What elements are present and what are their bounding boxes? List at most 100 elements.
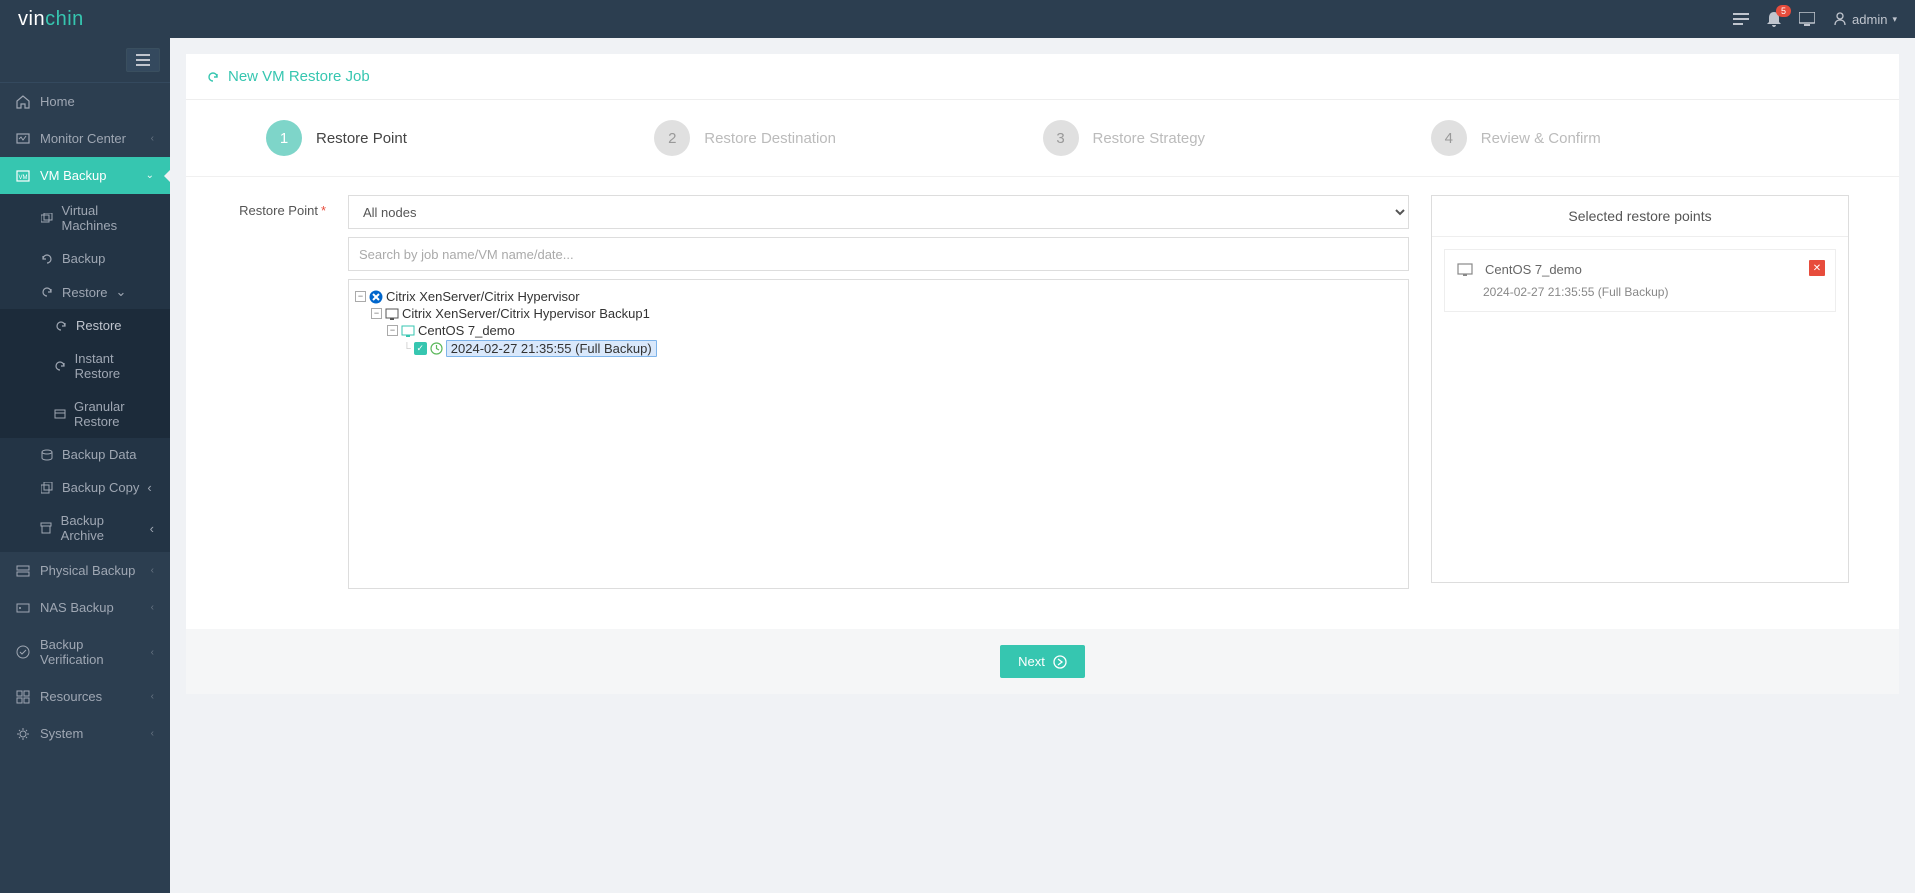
tree-branch-icon: └ <box>403 343 411 355</box>
brand-part-1: vin <box>18 8 45 31</box>
form-label-column: Restore Point* <box>236 195 326 218</box>
expander-icon[interactable]: − <box>387 325 398 336</box>
sidebar-sub-backup[interactable]: Backup <box>0 242 170 275</box>
sidebar-label-resources: Resources <box>40 689 102 704</box>
sidebar-label-backup-copy: Backup Copy <box>62 480 139 495</box>
restore-icon <box>40 286 54 298</box>
tree-node-vm[interactable]: − CentOS 7_demo <box>355 322 1402 339</box>
step-2-label: Restore Destination <box>704 130 836 147</box>
tree-node-job[interactable]: − Citrix XenServer/Citrix Hypervisor Bac… <box>355 305 1402 322</box>
wizard-footer: Next <box>186 629 1899 694</box>
sidebar-item-backup-verification[interactable]: Backup Verification ‹ <box>0 626 170 678</box>
notification-badge: 5 <box>1776 5 1791 17</box>
verify-icon <box>16 645 30 659</box>
selected-vm-row: CentOS 7_demo <box>1457 262 1823 277</box>
sidebar-item-vm-backup[interactable]: VM VM Backup ⌄ <box>0 157 170 194</box>
wizard-steps: 1 Restore Point 2 Restore Destination 3 … <box>186 100 1899 177</box>
step-1: 1 Restore Point <box>266 120 654 156</box>
sidebar-sub-backup-copy[interactable]: Backup Copy ‹ <box>0 471 170 504</box>
sidebar-label-restore: Restore <box>62 285 108 300</box>
wizard-panel: New VM Restore Job 1 Restore Point 2 Res… <box>186 54 1899 694</box>
backup-copy-icon <box>40 482 54 494</box>
selected-points-panel: Selected restore points CentOS 7_demo 20… <box>1431 195 1849 583</box>
granular-restore-icon <box>54 408 66 420</box>
required-asterisk: * <box>321 203 326 218</box>
arrow-right-circle-icon <box>1053 655 1067 669</box>
sidebar-item-nas-backup[interactable]: NAS Backup ‹ <box>0 589 170 626</box>
checkbox-checked-icon[interactable]: ✓ <box>414 342 427 355</box>
user-label: admin <box>1852 12 1887 27</box>
expander-icon[interactable]: − <box>371 308 382 319</box>
sidebar-sub-backup-data[interactable]: Backup Data <box>0 438 170 471</box>
chevron-down-icon: ⌄ <box>116 284 127 300</box>
sidebar-label-backup-data: Backup Data <box>62 447 136 462</box>
selected-vm-icon <box>1457 263 1473 277</box>
brand-logo: vinchin <box>18 8 84 31</box>
vms-icon <box>40 213 54 223</box>
node-select[interactable]: All nodes <box>348 195 1409 229</box>
brand-part-2: chin <box>45 8 84 31</box>
sidebar-sub-restore[interactable]: Restore ⌄ <box>0 275 170 309</box>
chevron-down-icon: ▾ <box>1892 14 1897 25</box>
resources-icon <box>16 690 30 704</box>
system-icon <box>16 727 30 741</box>
backup-archive-icon <box>40 522 53 534</box>
sidebar-item-system[interactable]: System ‹ <box>0 715 170 752</box>
job-icon <box>385 308 399 320</box>
sidebar: Home Monitor Center ‹ VM VM Backup ⌄ Vir… <box>0 38 170 893</box>
hypervisor-icon <box>369 290 383 304</box>
notes-icon[interactable] <box>1733 12 1749 26</box>
restore-title-icon <box>206 70 220 84</box>
backup-icon <box>40 253 54 265</box>
page-title: New VM Restore Job <box>228 68 370 85</box>
sidebar-label-backup-verification: Backup Verification <box>40 637 141 667</box>
sidebar-sub-backup-archive[interactable]: Backup Archive ‹ <box>0 504 170 552</box>
selected-timestamp: 2024-02-27 21:35:55 (Full Backup) <box>1483 285 1823 299</box>
tree-label-job[interactable]: Citrix XenServer/Citrix Hypervisor Backu… <box>402 306 650 321</box>
physical-backup-icon <box>16 565 30 577</box>
tree-node-hypervisor[interactable]: − Citrix XenServer/Citrix Hypervisor <box>355 288 1402 305</box>
step-3-label: Restore Strategy <box>1093 130 1206 147</box>
header-actions: 5 admin ▾ <box>1733 11 1897 27</box>
backup-data-icon <box>40 449 54 461</box>
monitor-icon <box>16 133 30 145</box>
form-left-column: Restore Point* All nodes − Citrix XenSer… <box>236 195 1409 589</box>
sidebar-item-monitor-center[interactable]: Monitor Center ‹ <box>0 120 170 157</box>
sidebar-subsub-granular-restore[interactable]: Granular Restore <box>0 390 170 438</box>
sidebar-item-home[interactable]: Home <box>0 83 170 120</box>
remove-selected-button[interactable]: ✕ <box>1809 260 1825 276</box>
search-input[interactable] <box>348 237 1409 271</box>
sidebar-toggle-row <box>0 38 170 83</box>
restore-point-clock-icon <box>430 342 443 355</box>
main-content: New VM Restore Job 1 Restore Point 2 Res… <box>170 38 1915 893</box>
sidebar-item-physical-backup[interactable]: Physical Backup ‹ <box>0 552 170 589</box>
user-menu[interactable]: admin ▾ <box>1833 12 1897 27</box>
restore-point-label: Restore Point <box>239 203 318 218</box>
step-1-label: Restore Point <box>316 130 407 147</box>
tree-label-hypervisor[interactable]: Citrix XenServer/Citrix Hypervisor <box>386 289 580 304</box>
sidebar-sub-virtual-machines[interactable]: Virtual Machines <box>0 194 170 242</box>
expander-icon[interactable]: − <box>355 291 366 302</box>
restore-point-tree[interactable]: − Citrix XenServer/Citrix Hypervisor − C… <box>348 279 1409 589</box>
chevron-left-icon: ‹ <box>151 602 154 613</box>
step-2-number: 2 <box>654 120 690 156</box>
notification-bell-icon[interactable]: 5 <box>1767 11 1781 27</box>
tree-node-point[interactable]: └ ✓ 2024-02-27 21:35:55 (Full Backup) <box>355 339 1402 358</box>
chevron-left-icon: ‹ <box>151 647 154 658</box>
sidebar-label-vm-backup: VM Backup <box>40 168 106 183</box>
tree-label-vm[interactable]: CentOS 7_demo <box>418 323 515 338</box>
svg-text:VM: VM <box>19 175 28 181</box>
next-button[interactable]: Next <box>1000 645 1085 678</box>
sidebar-collapse-button[interactable] <box>126 48 160 72</box>
display-icon[interactable] <box>1799 12 1815 26</box>
home-icon <box>16 95 30 109</box>
tree-label-point[interactable]: 2024-02-27 21:35:55 (Full Backup) <box>446 340 657 357</box>
chevron-left-icon: ‹ <box>151 728 154 739</box>
sidebar-subsub-restore[interactable]: Restore <box>0 309 170 342</box>
step-4-number: 4 <box>1431 120 1467 156</box>
sidebar-subsub-instant-restore[interactable]: Instant Restore <box>0 342 170 390</box>
sidebar-item-resources[interactable]: Resources ‹ <box>0 678 170 715</box>
instant-restore-icon <box>54 360 67 372</box>
sidebar-label-granular-restore: Granular Restore <box>74 399 154 429</box>
sidebar-label-backup: Backup <box>62 251 105 266</box>
